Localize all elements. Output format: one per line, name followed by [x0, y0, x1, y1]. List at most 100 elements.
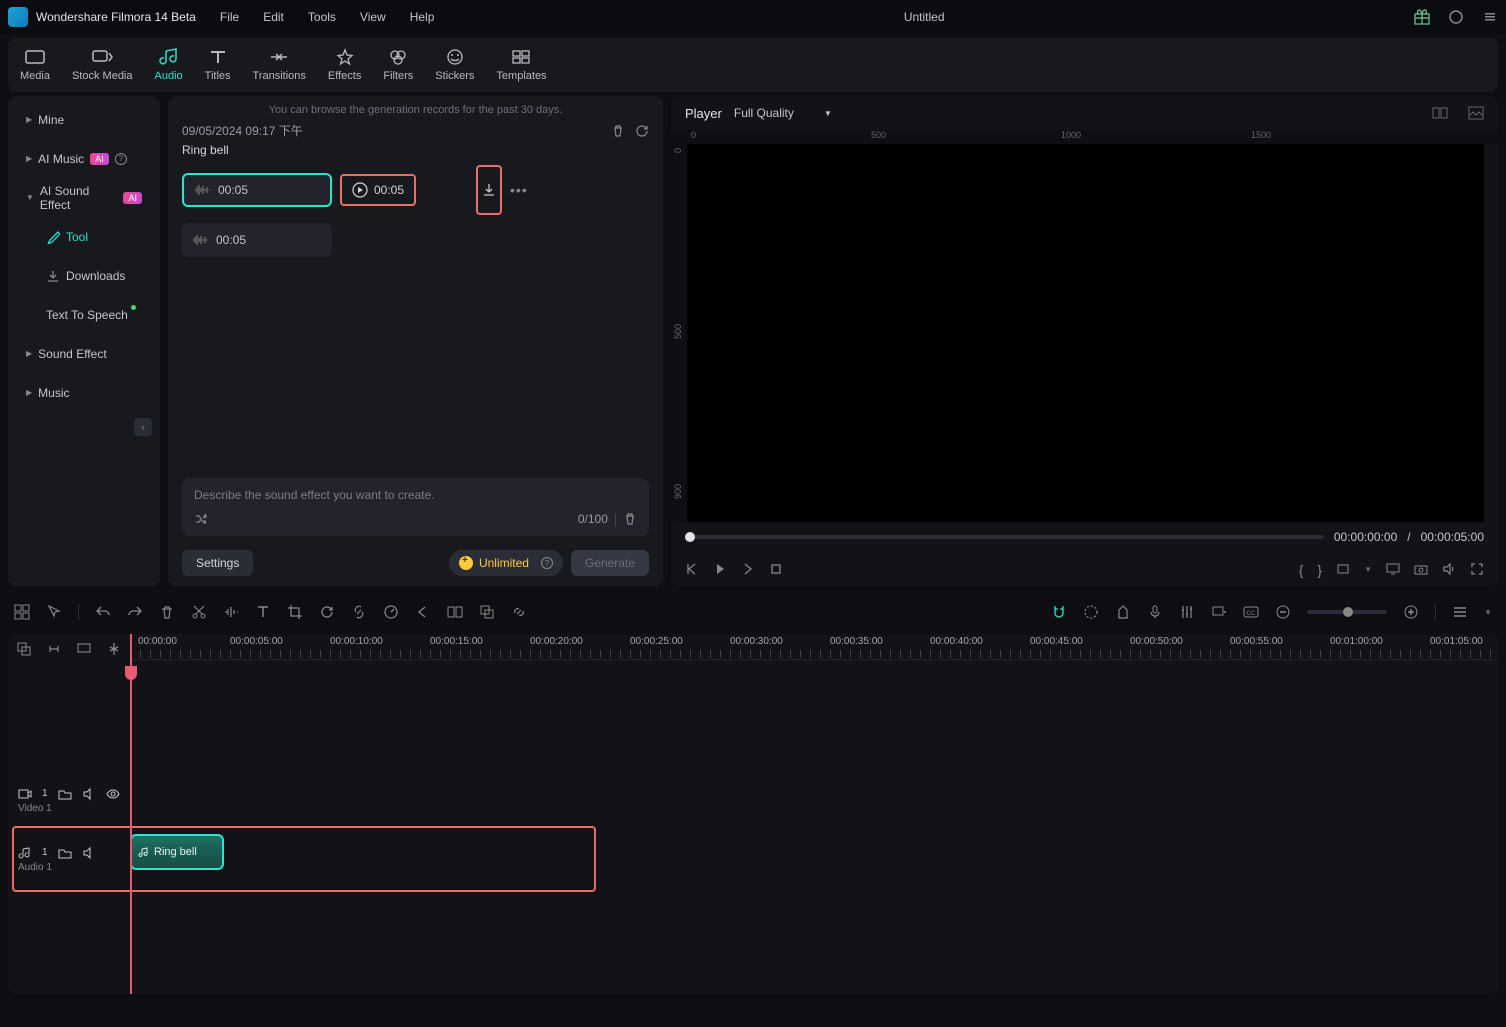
mark-in-icon[interactable]: {	[1299, 562, 1304, 576]
gift-icon[interactable]	[1414, 9, 1430, 25]
text-icon[interactable]	[255, 604, 271, 620]
speed-icon[interactable]	[383, 604, 399, 620]
menu-view[interactable]: View	[360, 10, 386, 24]
audio-track-content[interactable]: Ring bell	[130, 826, 1498, 892]
help-icon[interactable]: ?	[541, 557, 553, 569]
sidebar-item-sound-effect[interactable]: ▶Sound Effect	[14, 336, 154, 371]
menu-edit[interactable]: Edit	[263, 10, 284, 24]
copy-icon[interactable]	[479, 604, 495, 620]
preview-canvas[interactable]	[687, 144, 1484, 522]
play-clip-button[interactable]: 00:05	[340, 174, 416, 206]
aspect-icon[interactable]	[1336, 562, 1350, 576]
tool-titles[interactable]: Titles	[205, 48, 231, 82]
display-icon[interactable]	[1386, 562, 1400, 576]
sidebar-item-ai-music[interactable]: ▶AI MusicAI?	[14, 141, 154, 176]
link-icon[interactable]	[351, 604, 367, 620]
undo-icon[interactable]	[95, 604, 111, 620]
menu-file[interactable]: File	[220, 10, 239, 24]
reverse-icon[interactable]	[415, 604, 431, 620]
list-view-icon[interactable]	[1452, 604, 1468, 620]
sidebar-item-mine[interactable]: ▶Mine	[14, 102, 154, 137]
zoom-in-icon[interactable]	[1403, 604, 1419, 620]
sidebar-item-ai-sound-effect[interactable]: ▼AI Sound EffectAI	[14, 180, 154, 215]
zoom-out-icon[interactable]	[1275, 604, 1291, 620]
cut-icon[interactable]	[191, 604, 207, 620]
cc-icon[interactable]: CC	[1243, 604, 1259, 620]
tl-screen-icon[interactable]	[76, 641, 92, 657]
folder-icon[interactable]	[58, 787, 72, 801]
scrub-row: 00:00:00:00 / 00:00:05:00	[671, 522, 1498, 552]
crop-icon[interactable]	[287, 604, 303, 620]
tool-transitions[interactable]: Transitions	[253, 48, 306, 82]
render-icon[interactable]	[1083, 604, 1099, 620]
trash-icon[interactable]	[611, 124, 625, 138]
fullscreen-icon[interactable]	[1470, 562, 1484, 576]
collapse-sidebar-button[interactable]: ‹	[134, 418, 152, 436]
folder-icon[interactable]	[58, 846, 72, 860]
marker-icon[interactable]	[1115, 604, 1131, 620]
split-screen-icon[interactable]	[447, 604, 463, 620]
mute-icon[interactable]	[82, 846, 96, 860]
mixer-icon[interactable]	[1179, 604, 1195, 620]
magnet-icon[interactable]	[1051, 604, 1067, 620]
snapshot-icon[interactable]	[1414, 562, 1428, 576]
unlimited-badge[interactable]: Unlimited ?	[449, 550, 563, 576]
generate-button[interactable]: Generate	[571, 550, 649, 576]
delete-icon[interactable]	[159, 604, 175, 620]
tl-link-icon[interactable]	[46, 641, 62, 657]
mark-out-icon[interactable]: }	[1317, 562, 1322, 576]
image-icon[interactable]	[1468, 106, 1484, 120]
prompt-box[interactable]: Describe the sound effect you want to cr…	[182, 478, 649, 536]
pointer-icon[interactable]	[46, 604, 62, 620]
video-track-content[interactable]	[130, 774, 1498, 826]
help-icon[interactable]: ?	[115, 153, 127, 165]
menu-dots-icon[interactable]	[1482, 9, 1498, 25]
redo-icon[interactable]	[127, 604, 143, 620]
stop-icon[interactable]	[769, 562, 783, 576]
tool-filters[interactable]: Filters	[383, 48, 413, 82]
clip-chip-1[interactable]: 00:05	[182, 173, 332, 207]
compare-icon[interactable]	[1432, 106, 1448, 120]
play-icon[interactable]	[713, 562, 727, 576]
timeline-ruler[interactable]: 00:00:00 00:00:05:00 00:00:10:00 00:00:1…	[130, 634, 1498, 660]
sidebar-item-tool[interactable]: Tool	[14, 219, 154, 254]
scrub-slider[interactable]	[685, 535, 1324, 539]
tool-media[interactable]: Media	[20, 48, 50, 82]
mute-icon[interactable]	[82, 787, 96, 801]
visibility-icon[interactable]	[106, 787, 120, 801]
tool-audio[interactable]: Audio	[155, 48, 183, 82]
next-frame-icon[interactable]	[741, 562, 755, 576]
add-media-icon[interactable]	[1211, 604, 1227, 620]
grid-icon[interactable]	[14, 604, 30, 620]
menu-tools[interactable]: Tools	[308, 10, 336, 24]
zoom-slider[interactable]	[1307, 610, 1387, 614]
shuffle-icon[interactable]	[194, 512, 208, 526]
audio-adjust-icon[interactable]	[223, 604, 239, 620]
volume-icon[interactable]	[1442, 562, 1456, 576]
prev-frame-icon[interactable]	[685, 562, 699, 576]
settings-button[interactable]: Settings	[182, 550, 253, 576]
sidebar-item-music[interactable]: ▶Music	[14, 375, 154, 410]
chain-icon[interactable]	[511, 604, 527, 620]
download-clip-button[interactable]	[476, 165, 502, 215]
tool-effects[interactable]: Effects	[328, 48, 361, 82]
tool-stock-media[interactable]: Stock Media	[72, 48, 133, 82]
sidebar-item-downloads[interactable]: Downloads	[14, 258, 154, 293]
more-options-button[interactable]: •••	[510, 182, 528, 198]
menu-help[interactable]: Help	[410, 10, 435, 24]
clip-chip-2[interactable]: 00:05	[182, 223, 332, 257]
tl-copy-icon[interactable]	[16, 641, 32, 657]
mic-icon[interactable]	[1147, 604, 1163, 620]
timeline: 00:00:00 00:00:05:00 00:00:10:00 00:00:1…	[8, 634, 1498, 994]
tool-stickers[interactable]: Stickers	[435, 48, 474, 82]
rotate-icon[interactable]	[319, 604, 335, 620]
player-tab[interactable]: Player	[685, 106, 722, 121]
tool-templates[interactable]: Templates	[496, 48, 546, 82]
audio-clip-ring-bell[interactable]: Ring bell	[130, 834, 224, 870]
refresh-icon[interactable]	[635, 124, 649, 138]
tl-cut-tool-icon[interactable]	[106, 641, 122, 657]
circle-icon[interactable]	[1448, 9, 1464, 25]
quality-dropdown[interactable]: Full Quality ▼	[734, 106, 832, 120]
clear-prompt-icon[interactable]	[623, 512, 637, 526]
sidebar-item-text-to-speech[interactable]: Text To Speech	[14, 297, 154, 332]
